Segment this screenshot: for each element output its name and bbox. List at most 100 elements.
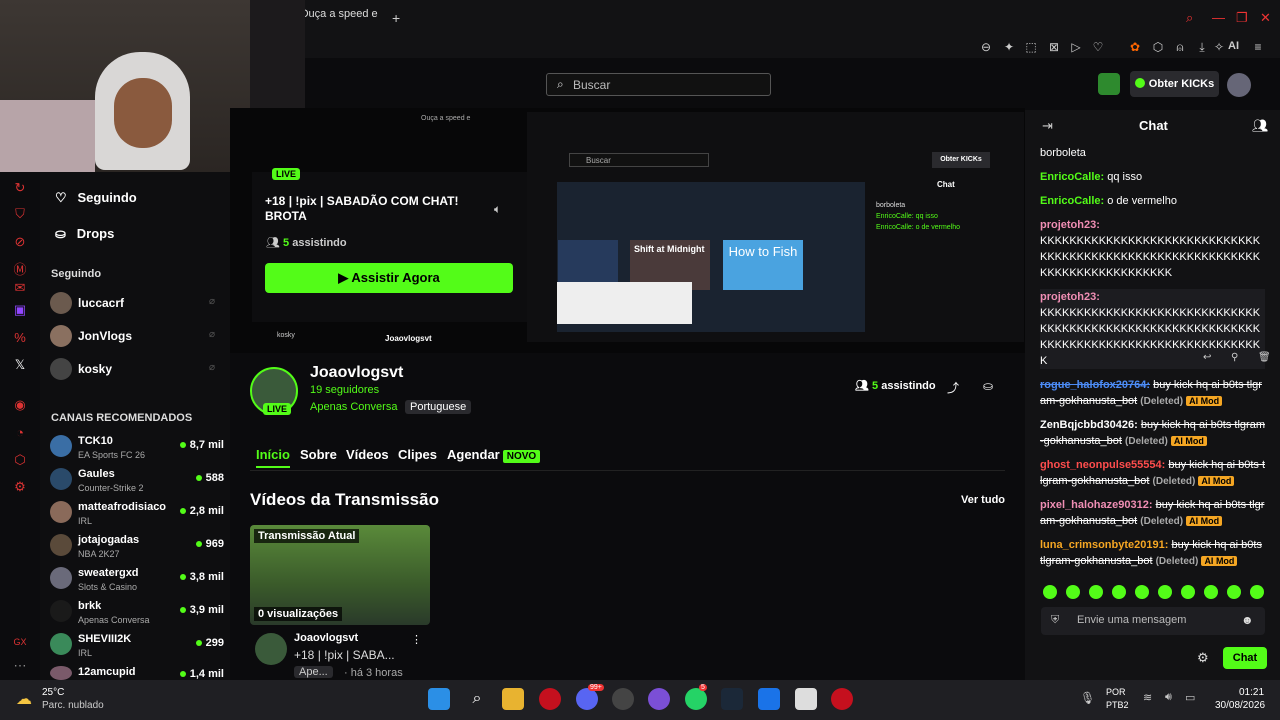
tab-inicio[interactable]: Início	[256, 447, 290, 468]
notepad-icon[interactable]	[795, 688, 817, 710]
rail-mail-icon[interactable]: ✉	[12, 280, 28, 296]
video-channel-avatar[interactable]	[255, 633, 287, 665]
clock-time[interactable]: 01:21	[1239, 687, 1264, 698]
adblock-icon[interactable]: ⊠	[1046, 40, 1062, 54]
recommended-item[interactable]: Gaules Counter-Strike 2 588	[50, 468, 228, 498]
puzzle-icon[interactable]: ⬡	[1150, 40, 1166, 54]
rail-m-icon[interactable]: Ⓜ	[12, 262, 28, 278]
tab-clipes[interactable]: Clipes	[398, 447, 437, 462]
emote-icon[interactable]	[1204, 585, 1218, 599]
delete-icon[interactable]: 🗑︎	[1258, 352, 1271, 363]
defender-icon[interactable]	[758, 688, 780, 710]
opera-gx-icon[interactable]	[539, 688, 561, 710]
clock-date[interactable]: 30/08/2026	[1215, 700, 1265, 711]
see-all-link[interactable]: Ver tudo	[961, 494, 1005, 506]
following-item[interactable]: JonVlogs ⌀	[50, 325, 225, 347]
channel-category[interactable]: Apenas Conversa	[310, 401, 397, 413]
get-kicks-button[interactable]: Obter KICKs	[1130, 71, 1219, 97]
following-item[interactable]: luccacrf ⌀	[50, 292, 225, 314]
rail-history-icon[interactable]: ↻	[12, 180, 28, 196]
nav-drops[interactable]: ⛀ Drops	[55, 226, 114, 242]
rail-twitch-icon[interactable]: ▣	[12, 302, 28, 318]
tab-videos[interactable]: Vídeos	[346, 447, 389, 462]
rail-ext-icon[interactable]: ⬡	[12, 452, 28, 468]
pin-icon[interactable]: ✦	[1001, 40, 1017, 54]
rail-gx-icon[interactable]: GX	[12, 634, 28, 650]
rail-x-icon[interactable]: 𝕏	[12, 357, 28, 373]
video-thumbnail[interactable]: Transmissão Atual 0 visualizações	[250, 525, 430, 625]
emote-icon[interactable]	[1043, 585, 1057, 599]
user-avatar[interactable]	[1227, 73, 1251, 97]
rail-bag-icon[interactable]: ⛉	[12, 206, 28, 222]
browser-tab[interactable]: Ouça a speed e	[300, 8, 390, 28]
recommended-item[interactable]: jotajogadas NBA 2K27 969	[50, 534, 228, 564]
rail-more-icon[interactable]: ⋯	[12, 658, 28, 674]
video-channel-name[interactable]: Joaovlogsvt	[294, 632, 358, 644]
emote-icon[interactable]	[1089, 585, 1103, 599]
emote-icon[interactable]	[1158, 585, 1172, 599]
volume-tray-icon[interactable]: 🔊︎	[1165, 691, 1172, 704]
search-tabs-icon[interactable]: ⌕	[1186, 10, 1193, 26]
file-explorer-icon[interactable]	[502, 688, 524, 710]
chat-settings-icon[interactable]: ⚙	[1197, 650, 1209, 666]
recommended-item[interactable]: matteafrodisiaco IRL 2,8 mil	[50, 501, 228, 531]
pin-message-icon[interactable]: ⚲	[1231, 352, 1238, 363]
snapshot-icon[interactable]: ⬚	[1023, 40, 1039, 54]
heart-outline-icon[interactable]: ♡	[1090, 40, 1106, 54]
rail-block-icon[interactable]: ⊘	[12, 234, 28, 250]
volume-icon[interactable]: 🔈︎	[494, 202, 501, 217]
rail-clock-icon[interactable]: ◔	[12, 425, 28, 441]
emote-icon[interactable]	[1181, 585, 1195, 599]
steam-icon[interactable]	[721, 688, 743, 710]
recommended-item[interactable]: sweatergxd Slots & Casino 3,8 mil	[50, 567, 228, 597]
emote-icon[interactable]	[1250, 585, 1264, 599]
play-icon[interactable]: ▷	[1068, 40, 1084, 54]
tab-sobre[interactable]: Sobre	[300, 447, 337, 462]
chat-input[interactable]: ⛨ Envie uma mensagem ☻	[1041, 607, 1265, 635]
close-icon[interactable]: ✕	[1260, 10, 1271, 26]
gift-sub-icon[interactable]: ⛀	[983, 379, 993, 393]
chat-app-icon[interactable]	[648, 688, 670, 710]
share-icon[interactable]: ⤴	[947, 379, 959, 396]
video-more-icon[interactable]: ⋮	[411, 633, 422, 646]
emote-icon[interactable]	[1112, 585, 1126, 599]
search-taskbar-icon[interactable]: ⌕	[466, 688, 488, 710]
rail-percent-icon[interactable]: %	[12, 330, 28, 346]
rail-settings-icon[interactable]: ⚙	[12, 479, 28, 495]
chrome-icon[interactable]	[612, 688, 634, 710]
watch-now-button[interactable]: ▶ Assistir Agora	[265, 263, 513, 293]
recommended-item[interactable]: brkk Apenas Conversa 3,9 mil	[50, 600, 228, 630]
minimize-icon[interactable]: —	[1212, 10, 1225, 25]
extension-icon[interactable]: ✿	[1127, 40, 1143, 54]
rail-circle-icon[interactable]: ◉	[12, 397, 28, 413]
account-icon[interactable]: ⍝	[1172, 40, 1188, 54]
kick-logo-button[interactable]	[1098, 73, 1120, 95]
collapse-chat-icon[interactable]: ⇥	[1042, 118, 1053, 134]
windows-start-icon[interactable]	[428, 688, 450, 710]
emote-icon[interactable]	[1227, 585, 1241, 599]
wifi-icon[interactable]: ≋	[1143, 691, 1152, 704]
following-item[interactable]: kosky ⌀	[50, 358, 225, 380]
emote-icon[interactable]	[1066, 585, 1080, 599]
whatsapp-icon[interactable]: 5	[685, 684, 707, 710]
video-tag[interactable]: Ape...	[294, 666, 333, 678]
chat-users-icon[interactable]: 👥︎	[1252, 118, 1269, 134]
search-input[interactable]: ⌕ Buscar	[546, 73, 771, 96]
emote-icon[interactable]	[1135, 585, 1149, 599]
download-icon[interactable]: ⤓	[1194, 40, 1210, 54]
emoji-icon[interactable]: ☻	[1241, 613, 1254, 627]
menu-icon[interactable]: ≡	[1250, 40, 1266, 54]
tab-agendar[interactable]: Agendar NOVO	[447, 447, 541, 463]
recommended-item[interactable]: 12amcupid 1,4 mil	[50, 666, 228, 680]
lang-1[interactable]: POR	[1106, 687, 1126, 697]
mic-icon[interactable]: 🎙︎	[1080, 691, 1095, 705]
maximize-icon[interactable]: ❐	[1236, 10, 1248, 26]
new-tab-button[interactable]: +	[392, 10, 400, 26]
nav-seguindo[interactable]: ♡ Seguindo	[55, 190, 137, 206]
discord-icon[interactable]: 99+	[576, 684, 604, 710]
ai-label[interactable]: AI	[1228, 40, 1239, 52]
opera-icon[interactable]	[831, 688, 853, 710]
channel-language[interactable]: Portuguese	[405, 400, 472, 414]
chat-send-button[interactable]: Chat	[1223, 647, 1267, 669]
lang-2[interactable]: PTB2	[1106, 700, 1129, 710]
